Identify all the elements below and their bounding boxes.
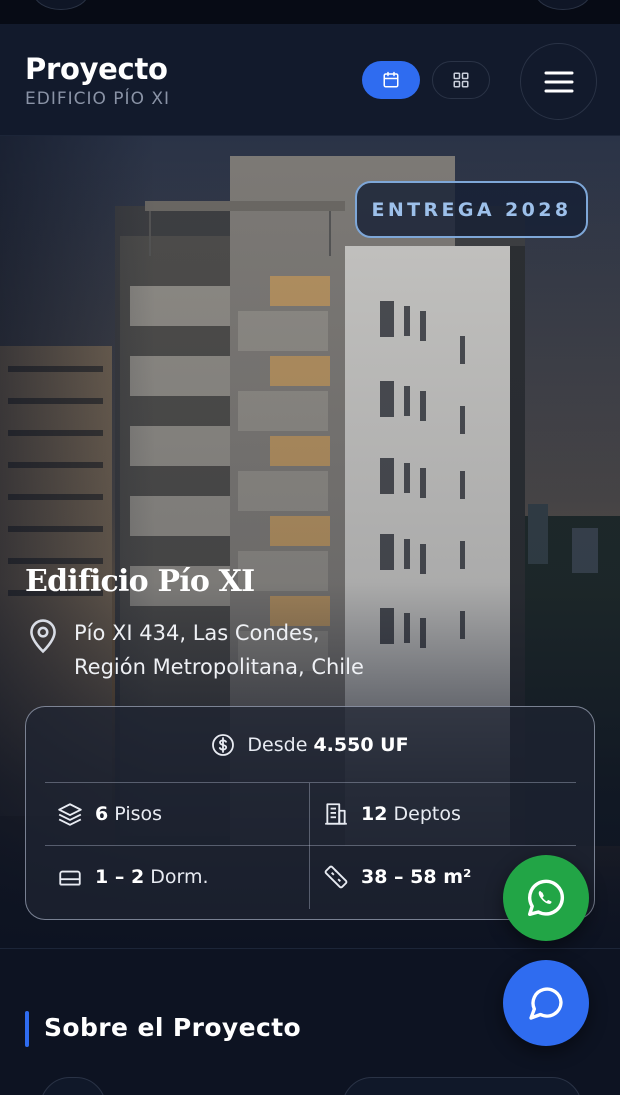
area-value: 38 – 58 m²	[361, 866, 472, 888]
project-address: Pío XI 434, Las Condes, Región Metropoli…	[74, 616, 454, 684]
price-row: Desde 4.550 UF	[26, 707, 594, 782]
top-control-right[interactable]	[535, 0, 591, 10]
menu-button[interactable]	[520, 43, 597, 120]
hero-section: ENTREGA 2028 Edificio Pío XI Pío XI 434,…	[0, 136, 620, 948]
grid-icon	[453, 72, 469, 88]
app-header: Proyecto EDIFICIO PÍO XI	[0, 24, 620, 136]
units-value: 12	[361, 803, 388, 825]
top-control-left[interactable]	[33, 0, 89, 10]
chat-bubble-icon	[529, 987, 563, 1020]
menu-icon	[544, 71, 573, 92]
ruler-icon	[324, 865, 348, 889]
top-strip	[0, 0, 620, 24]
units-label: Deptos	[393, 803, 461, 825]
bedrooms-label: Dorm.	[150, 866, 209, 888]
units-stat: 12 Deptos	[323, 783, 461, 845]
floors-stat: 6 Pisos	[57, 783, 162, 845]
price-prefix: Desde	[247, 733, 308, 756]
floors-value: 6	[95, 803, 109, 825]
address-line-2: Región Metropolitana, Chile	[74, 655, 364, 679]
area-stat: 38 – 58 m²	[323, 846, 471, 908]
address-line-1: Pío XI 434, Las Condes,	[74, 621, 320, 645]
delivery-badge: ENTREGA 2028	[355, 181, 588, 238]
building-icon	[325, 803, 347, 825]
bedrooms-stat: 1 – 2 Dorm.	[57, 846, 209, 908]
calendar-button[interactable]	[362, 61, 420, 99]
next-card-peek[interactable]	[40, 1077, 106, 1095]
header-title: Proyecto	[25, 52, 168, 86]
bedrooms-value: 1 – 2	[95, 866, 145, 888]
next-card-peek[interactable]	[342, 1077, 582, 1095]
calendar-icon	[383, 71, 399, 88]
bed-icon	[59, 870, 81, 886]
location-pin-icon	[30, 619, 56, 654]
section-accent-bar	[25, 1011, 29, 1047]
section-title: Sobre el Proyecto	[44, 1013, 302, 1042]
price-value: 4.550 UF	[313, 733, 409, 756]
project-title: Edificio Pío XI	[25, 564, 255, 599]
grid-view-button[interactable]	[432, 61, 490, 99]
whatsapp-icon	[527, 879, 565, 917]
chat-button[interactable]	[503, 960, 589, 1046]
divider	[309, 783, 310, 909]
dollar-circle-icon	[212, 733, 235, 756]
layers-icon	[58, 803, 82, 826]
header-subtitle: EDIFICIO PÍO XI	[25, 89, 171, 109]
floors-label: Pisos	[114, 803, 163, 825]
whatsapp-button[interactable]	[503, 855, 589, 941]
